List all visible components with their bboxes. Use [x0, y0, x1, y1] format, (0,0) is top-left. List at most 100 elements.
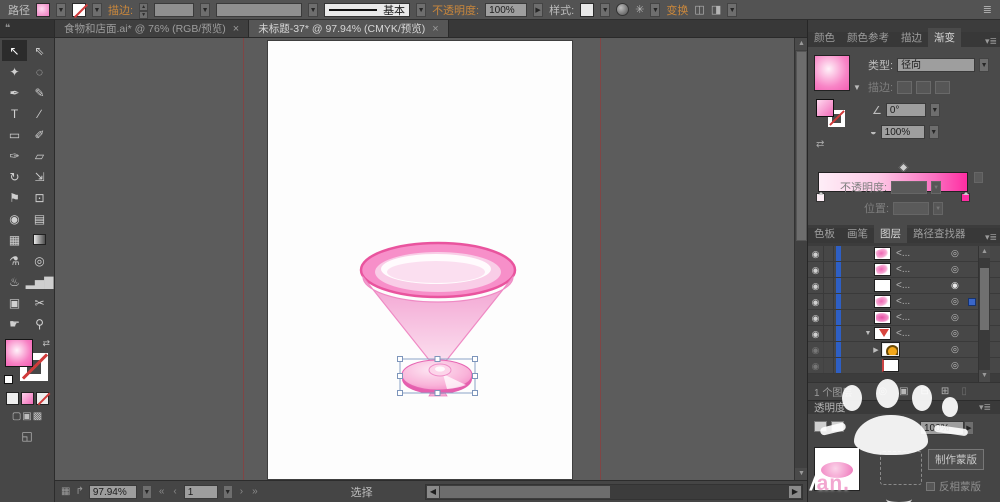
gradient-tab-描边[interactable]: 描边 [895, 28, 928, 47]
lock-column[interactable] [824, 358, 834, 373]
blend-mode-icon-2[interactable] [831, 421, 844, 432]
perspective-grid-tool[interactable]: ▤ [27, 208, 52, 229]
stroke-weight-field[interactable] [154, 2, 195, 17]
toolbar-collapse-icon[interactable]: ❝ [0, 20, 55, 37]
layer-thumbnail[interactable] [881, 342, 900, 357]
reverse-gradient-icon[interactable]: ⇄ [816, 139, 824, 150]
new-sublayer-icon[interactable]: ⊟ [921, 386, 929, 397]
layers-scrollbar[interactable]: ▲ ▼ [978, 246, 990, 382]
transparency-opacity-field[interactable]: 100% [920, 421, 964, 435]
type-tool[interactable]: T [2, 103, 27, 124]
opacity-field[interactable]: 100% [485, 2, 528, 17]
lock-column[interactable] [824, 310, 834, 325]
tab-close-icon[interactable]: × [432, 23, 438, 35]
symbol-sprayer-tool[interactable]: ♨ [2, 271, 27, 292]
lasso-tool[interactable]: ◌ [27, 61, 52, 82]
target-circle-icon[interactable]: ◉ [951, 280, 959, 291]
layer-thumbnail[interactable] [874, 327, 891, 340]
scroll-right-icon[interactable]: ▶ [789, 486, 801, 498]
expand-arrow-icon[interactable]: ▼ [862, 330, 874, 337]
object-thumbnail[interactable] [814, 447, 860, 491]
tab-close-icon[interactable]: × [233, 23, 239, 35]
zoom-level-arrow-icon[interactable]: ▼ [141, 484, 152, 499]
artboard-number-arrow-icon[interactable]: ▼ [222, 484, 233, 499]
vertical-scroll-thumb[interactable] [796, 51, 807, 241]
target-circle-icon[interactable]: ◎ [951, 312, 959, 323]
gradient-aspect-field[interactable]: 100% [880, 125, 925, 139]
lock-column[interactable] [824, 262, 834, 277]
drawing-mode-1-button[interactable]: ▢ [12, 411, 21, 422]
gradient-fill-stroke-indicator[interactable] [816, 99, 850, 131]
status-grid-icon[interactable]: ▦ [61, 486, 70, 497]
none-button[interactable] [35, 392, 49, 405]
checkbox-icon[interactable] [926, 482, 935, 491]
magic-wand-tool[interactable]: ✦ [2, 61, 27, 82]
transparency-menu-icon[interactable]: ▾≣ [979, 402, 995, 413]
stroke-color-swatch[interactable] [72, 2, 86, 17]
delete-layer-icon[interactable]: ▯ [961, 386, 967, 397]
layers-tab-色板[interactable]: 色板 [808, 224, 841, 243]
horizontal-scroll-thumb[interactable] [440, 486, 610, 498]
layer-row-8[interactable]: ◉ ◎ [808, 358, 1000, 374]
layers-menu-icon[interactable]: ▾≣ [985, 232, 1000, 243]
direct-selection-tool[interactable]: ⇖ [27, 40, 52, 61]
target-circle-icon[interactable]: ◎ [951, 264, 959, 275]
align-icon[interactable]: ◫ [694, 1, 704, 19]
swap-fill-stroke-icon[interactable]: ⇄ [42, 338, 50, 349]
select-similar-arrow-icon[interactable]: ▼ [650, 2, 661, 17]
target-circle-icon[interactable]: ◎ [951, 360, 959, 371]
scale-tool[interactable]: ⇲ [27, 166, 52, 187]
layer-row-3[interactable]: ◉ <... ◉ [808, 278, 1000, 294]
stroke-gradient-along-icon[interactable] [916, 80, 932, 94]
artboard-number-field[interactable]: 1 [183, 484, 218, 499]
gradient-preset-arrow-icon[interactable]: ▼ [853, 83, 861, 92]
target-circle-icon[interactable]: ◎ [951, 296, 959, 307]
canvas-area[interactable]: ▲ ▼ [55, 38, 807, 480]
brush-definition-arrow-icon[interactable]: ▼ [416, 2, 427, 17]
scroll-left-icon[interactable]: ◀ [427, 486, 439, 498]
horizontal-scrollbar[interactable]: ◀ ▶ [425, 484, 803, 500]
layer-row-1[interactable]: ◉ <... ◎ [808, 246, 1000, 262]
stroke-weight-arrow-icon[interactable]: ▼ [200, 2, 211, 17]
mask-slot[interactable] [880, 451, 922, 485]
layers-scroll-down-icon[interactable]: ▼ [979, 370, 990, 382]
width-profile-dropdown[interactable] [216, 2, 303, 17]
line-segment-tool[interactable]: ∕ [27, 103, 52, 124]
visibility-eye-icon[interactable]: ◉ [808, 358, 824, 373]
visibility-eye-icon[interactable]: ◉ [808, 326, 824, 341]
target-circle-icon[interactable]: ◎ [951, 328, 959, 339]
stroke-gradient-across-icon[interactable] [935, 80, 951, 94]
screen-mode-button[interactable]: ◱ [0, 429, 54, 443]
visibility-eye-icon[interactable]: ◉ [808, 294, 824, 309]
layer-row-6[interactable]: ◉ ▼ <... ◎ [808, 326, 1000, 342]
gradient-type-arrow-icon[interactable]: ▼ [979, 58, 990, 72]
visibility-eye-icon[interactable]: ◉ [808, 262, 824, 277]
scroll-down-icon[interactable]: ▼ [795, 468, 807, 480]
visibility-eye-icon[interactable]: ◉ [808, 278, 824, 293]
layers-tab-路径查找器[interactable]: 路径查找器 [907, 224, 972, 243]
free-transform-tool[interactable]: ⊡ [27, 187, 52, 208]
hand-tool[interactable]: ☛ [2, 313, 27, 334]
layers-scroll-up-icon[interactable]: ▲ [979, 246, 990, 258]
stroke-gradient-within-icon[interactable] [897, 80, 913, 94]
visibility-eye-icon[interactable]: ◉ [808, 246, 824, 261]
width-tool[interactable]: ⚑ [2, 187, 27, 208]
lock-column[interactable] [824, 278, 834, 293]
fill-color-swatch[interactable] [36, 2, 50, 17]
fill-dropdown-arrow-icon[interactable]: ▼ [56, 2, 66, 17]
layer-row-2[interactable]: ◉ <... ◎ [808, 262, 1000, 278]
lock-column[interactable] [824, 342, 834, 357]
visibility-eye-icon[interactable]: ◉ [808, 310, 824, 325]
invert-mask-checkbox[interactable]: 反相蒙版 [926, 479, 981, 494]
document-tab-1[interactable]: 食物和店面.ai* @ 76% (RGB/预览) × [55, 20, 250, 37]
gradient-angle-field[interactable]: 0° [885, 103, 926, 117]
gradient-angle-arrow-icon[interactable]: ▼ [929, 103, 940, 117]
gradient-preview-swatch[interactable] [814, 55, 850, 91]
color-button[interactable] [5, 392, 19, 405]
artboard-tool[interactable]: ▣ [2, 292, 27, 313]
layer-thumbnail[interactable] [874, 263, 891, 276]
new-layer-icon[interactable]: ⊞ [941, 386, 949, 397]
distribute-arrow-icon[interactable]: ▼ [727, 2, 738, 17]
opacity-label[interactable]: 不透明度: [432, 2, 479, 18]
gradient-type-dropdown[interactable]: 径向 [897, 58, 976, 72]
